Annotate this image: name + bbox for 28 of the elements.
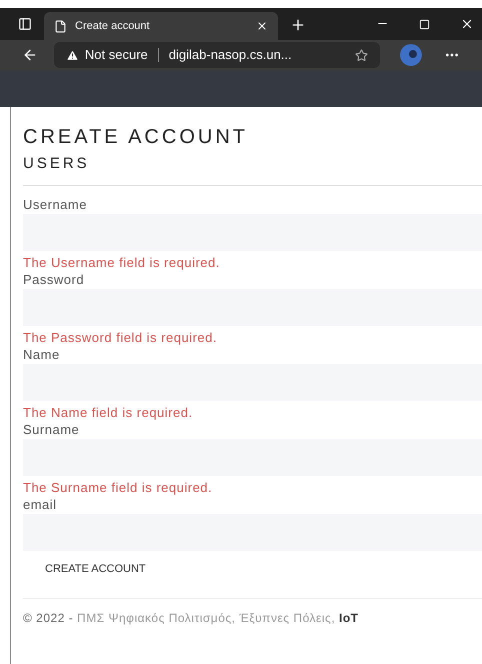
close-tab-icon[interactable] xyxy=(256,20,268,32)
field-label: Name xyxy=(23,346,61,364)
page-subtitle: USERS xyxy=(23,154,91,174)
close-icon[interactable] xyxy=(460,17,474,31)
field-label: email xyxy=(23,496,58,514)
error-message: The Surname field is required. xyxy=(23,480,214,496)
favorite-icon[interactable] xyxy=(355,48,368,62)
new-tab-icon[interactable] xyxy=(290,17,306,33)
tabs-icon[interactable] xyxy=(18,17,32,31)
warning-icon xyxy=(66,48,79,62)
back-icon[interactable] xyxy=(22,47,38,63)
error-message: The Name field is required. xyxy=(23,405,194,421)
profile-icon[interactable] xyxy=(400,44,422,66)
security-label: Not secure xyxy=(84,46,148,64)
url-text: digilab-nasop.cs.un... xyxy=(168,46,292,64)
create-account-button[interactable]: CREATE ACCOUNT xyxy=(33,557,158,582)
maximize-icon[interactable] xyxy=(419,19,430,30)
page-icon xyxy=(54,20,67,32)
field-label: Surname xyxy=(23,421,80,439)
tab-title: Create account xyxy=(75,18,151,34)
field-label: Username xyxy=(23,196,88,214)
url-field[interactable]: Not secure digilab-nasop.cs.un... xyxy=(54,42,380,68)
error-message: The Password field is required. xyxy=(23,330,218,346)
browser-tab[interactable]: Create account xyxy=(44,12,278,40)
field-label: Password xyxy=(23,271,86,289)
page-title: CREATE ACCOUNT xyxy=(23,125,249,149)
footer-text: © 2022 - ΠΜΣ Ψηφιακός Πολιτισμός, Έξυπνες Πόλεις, IoT xyxy=(23,610,360,626)
error-message: The Username field is required. xyxy=(23,255,221,271)
